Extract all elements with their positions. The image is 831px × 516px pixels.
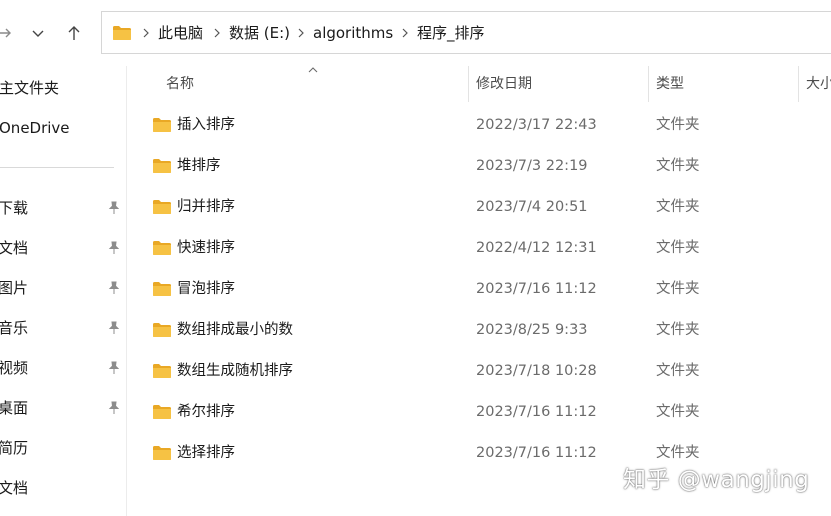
folder-icon	[153, 364, 171, 378]
pin-icon[interactable]	[107, 281, 121, 295]
file-row[interactable]: 插入排序 2022/3/17 22:43 文件夹	[128, 105, 831, 146]
sidebar-item-onedrive[interactable]: OneDrive	[0, 116, 70, 140]
file-modified-date: 2022/4/12 12:31	[476, 240, 597, 256]
file-type: 文件夹	[656, 281, 700, 297]
file-name: 选择排序	[177, 445, 235, 461]
file-name: 数组生成随机排序	[177, 363, 293, 379]
up-button[interactable]	[61, 19, 87, 47]
file-modified-date: 2023/7/18 10:28	[476, 363, 597, 379]
pin-icon[interactable]	[107, 321, 121, 335]
file-modified-date: 2023/7/16 11:12	[476, 281, 597, 297]
folder-icon	[153, 159, 171, 173]
toolbar: 此电脑 数据 (E:) algorithms 程序_排序	[0, 0, 831, 66]
folder-icon	[153, 200, 171, 214]
file-type: 文件夹	[656, 199, 700, 215]
sidebar-item-home[interactable]: 主文件夹	[0, 76, 59, 100]
folder-icon	[113, 26, 131, 40]
folder-icon	[153, 118, 171, 132]
file-type: 文件夹	[656, 117, 700, 133]
recent-locations-button[interactable]	[25, 19, 51, 47]
file-modified-date: 2023/7/3 22:19	[476, 158, 588, 174]
file-type: 文件夹	[656, 240, 700, 256]
sidebar-item-documents[interactable]: 文档	[0, 236, 28, 260]
navigation-pane: 主文件夹 OneDrive 下载 文档 图片 音乐 视频 桌面 简历 文档	[0, 66, 127, 516]
pin-icon[interactable]	[107, 241, 121, 255]
file-modified-date: 2023/7/16 11:12	[476, 445, 597, 461]
file-modified-date: 2022/3/17 22:43	[476, 117, 597, 133]
sidebar-item-documents-2[interactable]: 文档	[0, 476, 28, 500]
file-row[interactable]: 数组生成随机排序 2023/7/18 10:28 文件夹	[128, 351, 831, 392]
file-row[interactable]: 归并排序 2023/7/4 20:51 文件夹	[128, 187, 831, 228]
file-name: 快速排序	[177, 240, 235, 256]
file-type: 文件夹	[656, 363, 700, 379]
chevron-down-icon	[32, 30, 44, 37]
column-separator[interactable]	[798, 66, 799, 102]
address-bar[interactable]: 此电脑 数据 (E:) algorithms 程序_排序	[101, 11, 831, 54]
file-row[interactable]: 堆排序 2023/7/3 22:19 文件夹	[128, 146, 831, 187]
forward-button[interactable]	[0, 19, 18, 47]
sidebar-item-music[interactable]: 音乐	[0, 316, 28, 340]
file-name: 希尔排序	[177, 404, 235, 420]
arrow-right-icon	[0, 28, 11, 38]
column-separator[interactable]	[648, 66, 649, 102]
chevron-right-icon	[402, 28, 408, 38]
pin-icon[interactable]	[107, 361, 121, 375]
file-type: 文件夹	[656, 158, 700, 174]
file-row[interactable]: 希尔排序 2023/7/16 11:12 文件夹	[128, 392, 831, 433]
sidebar-item-resume[interactable]: 简历	[0, 436, 28, 460]
column-header-name[interactable]: 名称	[166, 66, 194, 102]
file-row[interactable]: 快速排序 2022/4/12 12:31 文件夹	[128, 228, 831, 269]
watermark: 知乎 @wangjing	[623, 467, 810, 493]
file-type: 文件夹	[656, 322, 700, 338]
folder-icon	[153, 446, 171, 460]
file-name: 冒泡排序	[177, 281, 235, 297]
sidebar-item-pictures[interactable]: 图片	[0, 276, 28, 300]
file-modified-date: 2023/7/4 20:51	[476, 199, 588, 215]
arrow-up-icon	[68, 26, 80, 40]
pin-icon[interactable]	[107, 401, 121, 415]
file-type: 文件夹	[656, 404, 700, 420]
folder-icon	[153, 323, 171, 337]
chevron-right-icon	[143, 28, 149, 38]
column-header-size[interactable]: 大小	[806, 66, 831, 102]
sidebar-item-videos[interactable]: 视频	[0, 356, 28, 380]
file-name: 数组排成最小的数	[177, 322, 293, 338]
pin-icon[interactable]	[107, 201, 121, 215]
breadcrumb-algorithms[interactable]: algorithms	[313, 12, 393, 55]
file-name: 归并排序	[177, 199, 235, 215]
file-modified-date: 2023/7/16 11:12	[476, 404, 597, 420]
chevron-right-icon	[298, 28, 304, 38]
sidebar-divider	[0, 167, 114, 168]
file-modified-date: 2023/8/25 9:33	[476, 322, 588, 338]
sidebar-item-desktop[interactable]: 桌面	[0, 396, 28, 420]
sidebar-item-downloads[interactable]: 下载	[0, 196, 28, 220]
column-separator[interactable]	[468, 66, 469, 102]
folder-icon	[153, 405, 171, 419]
chevron-right-icon	[214, 28, 220, 38]
folder-icon	[153, 282, 171, 296]
file-name: 堆排序	[177, 158, 221, 174]
file-name: 插入排序	[177, 117, 235, 133]
file-row[interactable]: 数组排成最小的数 2023/8/25 9:33 文件夹	[128, 310, 831, 351]
column-header-type[interactable]: 类型	[656, 66, 684, 102]
file-row[interactable]: 冒泡排序 2023/7/16 11:12 文件夹	[128, 269, 831, 310]
folder-icon	[153, 241, 171, 255]
breadcrumb-drive-e[interactable]: 数据 (E:)	[229, 12, 290, 55]
column-header-date[interactable]: 修改日期	[476, 66, 532, 102]
breadcrumb-current-folder[interactable]: 程序_排序	[417, 12, 485, 55]
sort-ascending-icon	[308, 67, 318, 73]
breadcrumb-this-pc[interactable]: 此电脑	[158, 12, 203, 55]
